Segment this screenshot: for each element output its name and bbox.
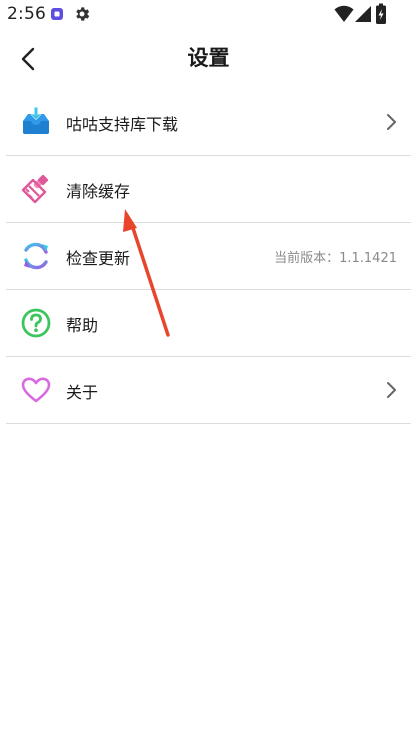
battery-icon: [376, 3, 386, 24]
chevron-right-icon: [387, 114, 396, 130]
page-title: 设置: [187, 46, 230, 70]
settings-item-label: 检查更新: [66, 249, 131, 268]
settings-item-label: 帮助: [66, 316, 99, 335]
settings-item-label: 清除缓存: [66, 182, 131, 201]
settings-list: 咕咕支持库下载 清除缓存 检查更新 当前版本：1.1.1421 帮助 关于: [6, 89, 411, 424]
app-notification-icon: [51, 8, 63, 20]
settings-item-help[interactable]: 帮助: [6, 290, 411, 357]
download-tray-icon: [23, 107, 49, 134]
settings-item-check-update[interactable]: 检查更新 当前版本：1.1.1421: [6, 223, 411, 290]
chevron-right-icon: [387, 382, 396, 398]
status-time: 2:56: [7, 4, 46, 24]
settings-item-clear-cache[interactable]: 清除缓存: [6, 156, 411, 223]
wifi-icon: [334, 5, 354, 22]
signal-icon: [355, 6, 371, 22]
version-text: 当前版本：1.1.1421: [274, 251, 397, 266]
settings-gear-icon: [76, 7, 90, 21]
status-bar: 2:56: [0, 0, 417, 30]
help-icon: [21, 308, 51, 338]
broom-icon: [21, 174, 49, 204]
settings-item-label: 咕咕支持库下载: [66, 115, 179, 134]
settings-item-label: 关于: [66, 383, 99, 402]
settings-item-about[interactable]: 关于: [6, 357, 411, 424]
header: 设置: [0, 30, 417, 86]
settings-item-library-download[interactable]: 咕咕支持库下载: [6, 89, 411, 156]
heart-icon: [21, 377, 51, 403]
refresh-icon: [24, 242, 48, 270]
